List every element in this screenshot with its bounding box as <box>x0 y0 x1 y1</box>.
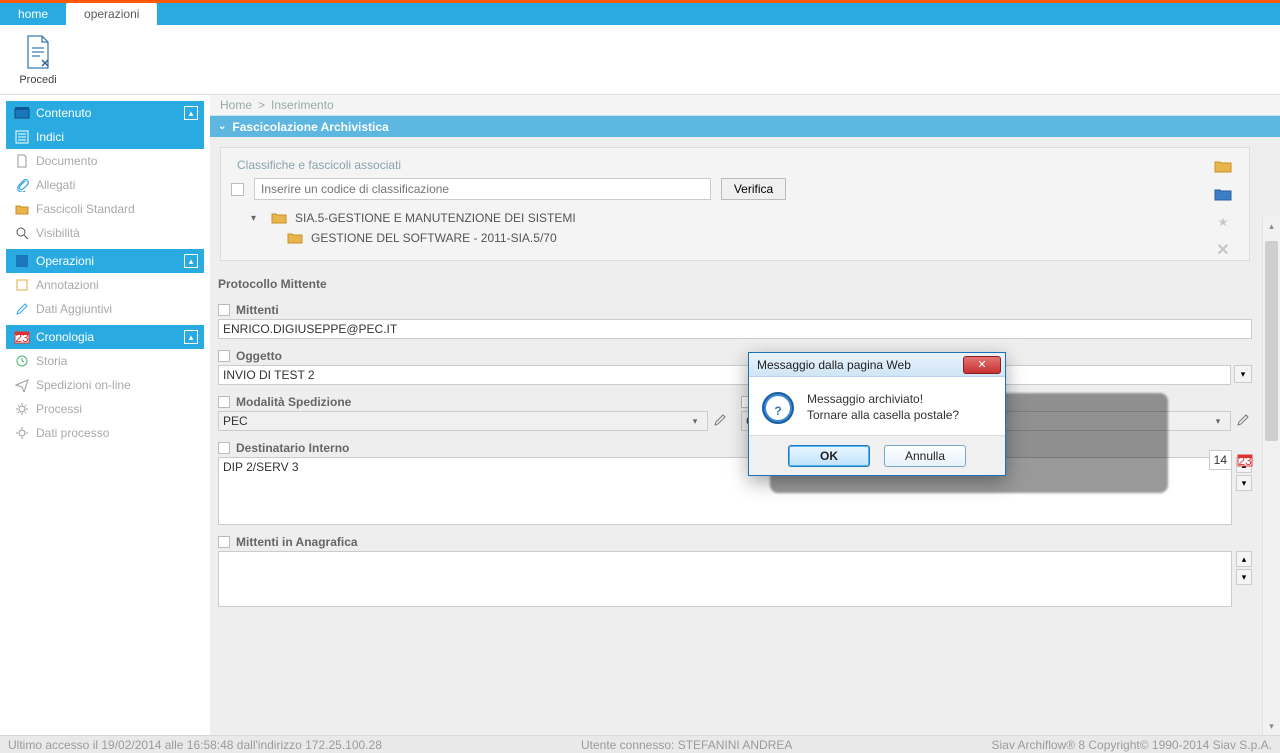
sidebar-item-annotazioni[interactable]: Annotazioni <box>6 273 204 297</box>
sidebar-item-allegati[interactable]: Allegati <box>6 173 204 197</box>
dialog-text: Messaggio archiviato! Tornare alla casel… <box>807 391 959 425</box>
sidebar-item-label: Documento <box>36 154 97 168</box>
sidebar-item-label: Dati Aggiuntivi <box>36 302 112 316</box>
status-last-access: Ultimo accesso il 19/02/2014 alle 16:58:… <box>8 738 382 752</box>
sidebar: Contenuto ▴ Indici Documento Allegati <box>0 95 210 735</box>
sb-contenuto-head[interactable]: Contenuto ▴ <box>6 101 204 125</box>
collapse-up-icon[interactable]: ▴ <box>184 106 198 120</box>
tab-home[interactable]: home <box>0 3 66 25</box>
sidebar-item-label: Indici <box>36 130 64 144</box>
svg-text:?: ? <box>774 404 781 418</box>
top-tabbar: home operazioni <box>0 3 1280 25</box>
status-user: Utente connesso: STEFANINI ANDREA <box>422 738 952 752</box>
dialog-cancel-button[interactable]: Annulla <box>884 445 966 467</box>
collapse-up-icon[interactable]: ▴ <box>184 330 198 344</box>
sidebar-item-spedizioni[interactable]: Spedizioni on-line <box>6 373 204 397</box>
dialog-title-bar[interactable]: Messaggio dalla pagina Web ✕ <box>749 353 1005 377</box>
folder-icon <box>14 201 30 217</box>
sidebar-item-indici[interactable]: Indici <box>6 125 204 149</box>
status-bar: Ultimo accesso il 19/02/2014 alle 16:58:… <box>0 735 1280 753</box>
list-icon <box>14 129 30 145</box>
box-icon <box>14 105 30 121</box>
sidebar-item-label: Fascicoli Standard <box>36 202 135 216</box>
sidebar-item-dati-processo[interactable]: Dati processo <box>6 421 204 445</box>
sb-cronologia-title: Cronologia <box>36 330 184 344</box>
sidebar-item-dati-aggiuntivi[interactable]: Dati Aggiuntivi <box>6 297 204 321</box>
sidebar-item-fascicoli[interactable]: Fascicoli Standard <box>6 197 204 221</box>
gear-icon <box>14 401 30 417</box>
document-proceed-icon <box>24 34 52 70</box>
sidebar-item-label: Annotazioni <box>36 278 99 292</box>
sb-cronologia-head[interactable]: 23 Cronologia ▴ <box>6 325 204 349</box>
sidebar-item-label: Spedizioni on-line <box>36 378 131 392</box>
message-dialog: Messaggio dalla pagina Web ✕ ? Messaggio… <box>748 352 1006 476</box>
sidebar-item-label: Processi <box>36 402 82 416</box>
history-icon <box>14 353 30 369</box>
sidebar-item-processi[interactable]: Processi <box>6 397 204 421</box>
question-icon: ? <box>761 391 795 425</box>
sb-operazioni-title: Operazioni <box>36 254 184 268</box>
gear-data-icon <box>14 425 30 441</box>
sidebar-item-visibilita[interactable]: Visibilità <box>6 221 204 245</box>
sb-contenuto-title: Contenuto <box>36 106 184 120</box>
content-pane: Home > Inserimento ⌄ Fascicolazione Arch… <box>210 95 1280 735</box>
tools-icon <box>14 253 30 269</box>
sidebar-item-label: Storia <box>36 354 67 368</box>
ribbon: Procedi <box>0 25 1280 95</box>
sidebar-item-label: Allegati <box>36 178 75 192</box>
sb-operazioni-head[interactable]: Operazioni ▴ <box>6 249 204 273</box>
sidebar-item-storia[interactable]: Storia <box>6 349 204 373</box>
status-copyright: Siav Archiflow® 8 Copyright© 1990-2014 S… <box>992 738 1273 752</box>
calendar-icon: 23 <box>14 329 30 345</box>
procedi-button[interactable]: Procedi <box>10 34 66 86</box>
paperclip-icon <box>14 177 30 193</box>
note-icon <box>14 277 30 293</box>
sidebar-item-label: Dati processo <box>36 426 109 440</box>
dialog-ok-button[interactable]: OK <box>788 445 870 467</box>
dialog-layer: Messaggio dalla pagina Web ✕ ? Messaggio… <box>210 95 1280 735</box>
dialog-line2: Tornare alla casella postale? <box>807 407 959 423</box>
document-icon <box>14 153 30 169</box>
collapse-up-icon[interactable]: ▴ <box>184 254 198 268</box>
sidebar-item-label: Visibilità <box>36 226 80 240</box>
sidebar-item-documento[interactable]: Documento <box>6 149 204 173</box>
dialog-title: Messaggio dalla pagina Web <box>757 358 911 372</box>
dialog-line1: Messaggio archiviato! <box>807 391 959 407</box>
send-icon <box>14 377 30 393</box>
pencil-icon <box>14 301 30 317</box>
search-icon <box>14 225 30 241</box>
dialog-close-button[interactable]: ✕ <box>963 356 1001 374</box>
tab-operazioni[interactable]: operazioni <box>66 3 157 25</box>
svg-text:23: 23 <box>15 331 29 345</box>
procedi-label: Procedi <box>19 74 56 86</box>
